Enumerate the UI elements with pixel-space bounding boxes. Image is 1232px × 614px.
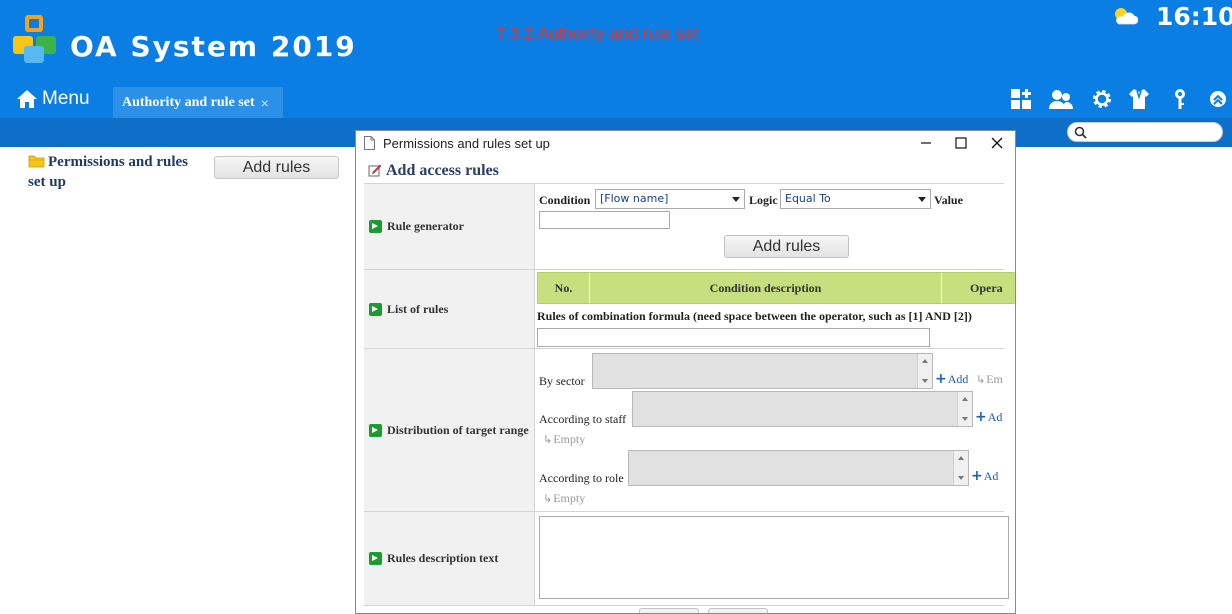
empty-staff-link[interactable]: ↳Empty bbox=[543, 432, 585, 447]
shirt-icon[interactable] bbox=[1128, 88, 1152, 112]
search-input[interactable] bbox=[1092, 125, 1216, 139]
value-label: Value bbox=[934, 193, 963, 207]
save-button[interactable] bbox=[639, 608, 699, 613]
distribution-label: Distribution of target range bbox=[364, 349, 535, 511]
clock: 16:10 bbox=[1156, 2, 1232, 31]
rule-generator-label: Rule generator bbox=[364, 184, 535, 269]
plus-icon: + bbox=[971, 468, 983, 484]
maximize-icon bbox=[955, 137, 967, 149]
add-role-link[interactable]: +Ad bbox=[971, 468, 998, 484]
sector-listbox[interactable] bbox=[592, 353, 933, 389]
maximize-button[interactable] bbox=[946, 133, 976, 153]
empty-sector-link[interactable]: ↳Em bbox=[976, 372, 1003, 387]
minimize-icon bbox=[921, 142, 931, 144]
collapse-up-icon[interactable] bbox=[1208, 88, 1232, 112]
column-header-no: No. bbox=[538, 273, 590, 303]
document-title: 7.3.2 Authority and rule set bbox=[496, 24, 699, 43]
home-icon bbox=[17, 90, 37, 108]
column-header-condition: Condition description bbox=[590, 273, 942, 303]
settings-gear-icon[interactable] bbox=[1091, 88, 1115, 112]
partly-cloudy-icon bbox=[1115, 8, 1138, 25]
app-grid-icon[interactable] bbox=[1010, 88, 1034, 112]
value-input[interactable] bbox=[539, 211, 670, 229]
row-description: Rules description text bbox=[364, 512, 1009, 606]
arrow-right-icon bbox=[369, 302, 382, 316]
list-of-rules-cell: No. Condition description Opera Rules of… bbox=[536, 270, 1015, 348]
by-role-label: According to role bbox=[539, 471, 624, 485]
tab-close-icon[interactable]: × bbox=[261, 95, 269, 111]
document-icon bbox=[364, 136, 375, 150]
close-icon bbox=[991, 137, 1003, 149]
search-box[interactable] bbox=[1067, 122, 1223, 142]
app-title: OA System 2019 bbox=[70, 30, 357, 63]
menu-button[interactable]: Menu bbox=[16, 86, 90, 112]
column-header-operation: Opera bbox=[970, 280, 1003, 295]
row-rule-generator: Rule generator Condition [Flow name] Log… bbox=[364, 184, 1004, 270]
dialog-titlebar[interactable]: Permissions and rules set up bbox=[356, 131, 1015, 155]
app-header: OA System 2019 7.3.2 Authority and rule … bbox=[0, 0, 1232, 147]
minimize-button[interactable] bbox=[911, 133, 941, 153]
distribution-cell: By sector +Add ↳Em According to staff +A… bbox=[536, 349, 1004, 511]
edit-icon bbox=[368, 164, 382, 177]
menu-label: Menu bbox=[42, 88, 90, 109]
arrow-right-icon bbox=[369, 552, 382, 565]
tree-item-permissions[interactable]: Permissions and rules set up bbox=[28, 152, 208, 192]
rules-table-header: No. Condition description Opera bbox=[537, 272, 1015, 304]
arrow-down-right-icon: ↳ bbox=[976, 373, 986, 386]
description-label: Rules description text bbox=[364, 512, 535, 605]
by-staff-label: According to staff bbox=[539, 412, 627, 426]
logic-select[interactable]: Equal To bbox=[780, 189, 931, 209]
empty-role-link[interactable]: ↳Empty bbox=[543, 491, 585, 506]
scrollbar[interactable] bbox=[917, 354, 932, 388]
tab-authority-and-rule-set[interactable]: Authority and rule set × bbox=[113, 87, 283, 118]
tab-label: Authority and rule set bbox=[122, 94, 255, 110]
row-list-of-rules: List of rules No. Condition description … bbox=[364, 270, 1015, 349]
description-textarea[interactable] bbox=[539, 516, 1009, 599]
arrow-down-right-icon: ↳ bbox=[543, 492, 553, 505]
staff-listbox[interactable] bbox=[632, 391, 973, 427]
rules-form: Rule generator Condition [Flow name] Log… bbox=[364, 183, 1015, 613]
permissions-dialog: Permissions and rules set up Add access … bbox=[355, 130, 1016, 614]
close-button[interactable] bbox=[982, 133, 1012, 153]
arrow-down-right-icon: ↳ bbox=[543, 433, 553, 446]
condition-label: Condition bbox=[539, 193, 591, 207]
add-rules-button[interactable]: Add rules bbox=[214, 156, 339, 179]
scrollbar[interactable] bbox=[953, 451, 968, 485]
scrollbar[interactable] bbox=[957, 392, 972, 426]
dialog-title: Permissions and rules set up bbox=[383, 136, 550, 151]
list-of-rules-label: List of rules bbox=[364, 270, 535, 348]
formula-input[interactable] bbox=[537, 328, 930, 347]
role-listbox[interactable] bbox=[628, 450, 969, 486]
condition-select[interactable]: [Flow name] bbox=[595, 189, 745, 209]
rule-generator-cell: Condition [Flow name] Logic Equal To Val… bbox=[536, 184, 1004, 269]
chevron-down-icon bbox=[732, 197, 740, 202]
add-sector-link[interactable]: +Add bbox=[935, 371, 968, 387]
add-staff-link[interactable]: +Ad bbox=[975, 409, 1002, 425]
tree-item-label: Permissions and rules set up bbox=[28, 154, 189, 190]
folder-icon bbox=[28, 155, 45, 168]
plus-icon: + bbox=[975, 409, 987, 425]
by-sector-label: By sector bbox=[539, 374, 585, 388]
form-heading-text: Add access rules bbox=[386, 162, 499, 179]
row-distribution: Distribution of target range By sector +… bbox=[364, 349, 1004, 512]
arrow-right-icon bbox=[369, 423, 382, 437]
chevron-down-icon bbox=[918, 197, 926, 202]
app-logo-icon bbox=[13, 15, 56, 63]
users-icon[interactable] bbox=[1048, 88, 1073, 112]
description-cell bbox=[536, 512, 1009, 605]
key-icon[interactable] bbox=[1169, 88, 1193, 112]
generator-add-rules-button[interactable]: Add rules bbox=[724, 235, 849, 258]
search-icon bbox=[1074, 126, 1087, 139]
formula-label: Rules of combination formula (need space… bbox=[537, 309, 972, 323]
form-heading: Add access rules bbox=[368, 162, 499, 180]
plus-icon: + bbox=[935, 371, 947, 387]
logic-label: Logic bbox=[749, 193, 778, 207]
cancel-button[interactable] bbox=[708, 608, 768, 613]
arrow-right-icon bbox=[369, 220, 382, 233]
